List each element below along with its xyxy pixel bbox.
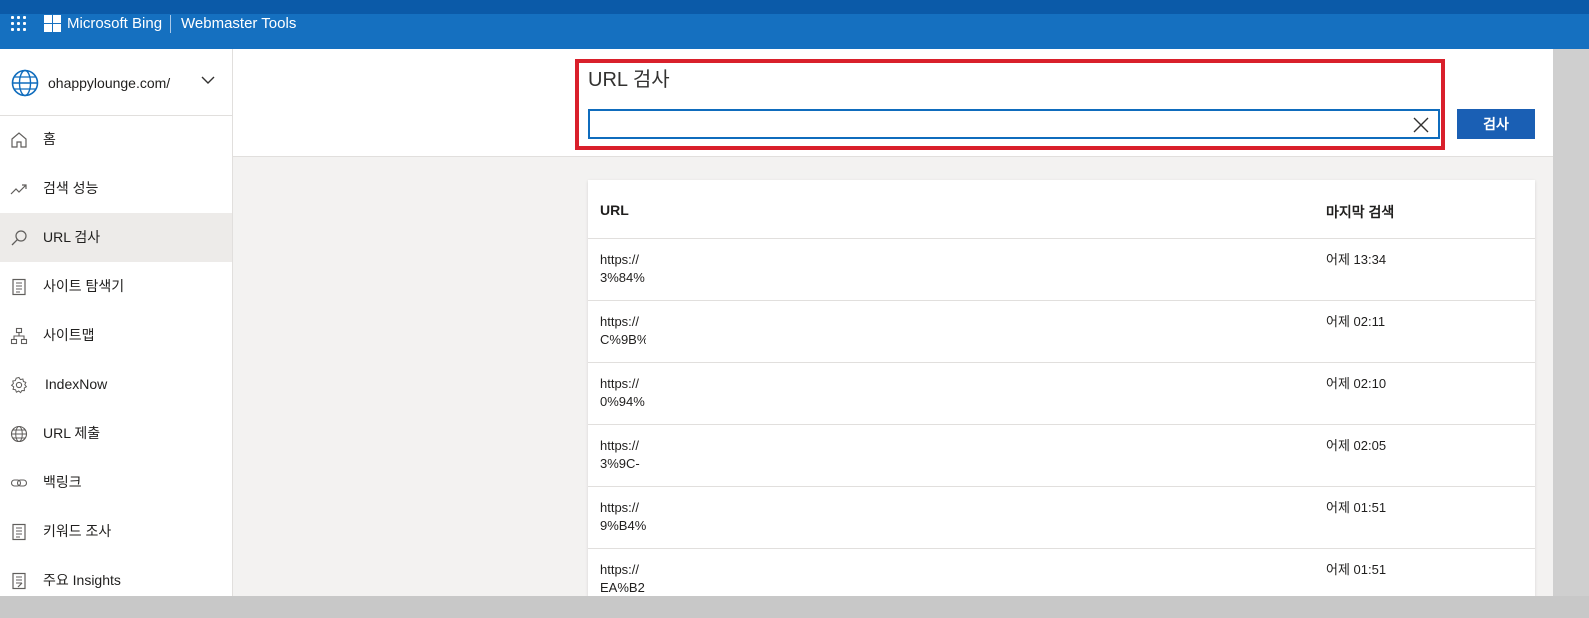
search-icon <box>11 230 27 246</box>
app-launcher-icon[interactable] <box>11 16 27 32</box>
inspection-header: URL 검사 검사 <box>233 49 1553 157</box>
sitemap-icon <box>10 327 28 345</box>
table-row[interactable]: https:// EA%B2 어제 01:51 <box>588 549 1535 596</box>
home-icon <box>11 132 27 148</box>
page-title: URL 검사 <box>588 69 670 91</box>
brand-divider <box>170 15 171 33</box>
main-content: URL 검사 검사 URL 마지막 검색 https:// 3%84% 어제 1… <box>233 49 1553 596</box>
document-icon <box>12 523 26 541</box>
close-icon[interactable] <box>1412 116 1430 134</box>
sidebar-item-label: 검색 성능 <box>43 180 99 196</box>
trending-icon <box>10 184 27 195</box>
app-frame: ohappylounge.com/ 홈 검색 성능 URL 검사 사이트 탐색기… <box>0 49 1553 596</box>
sidebar-item-label: URL 검사 <box>43 229 101 245</box>
site-name: ohappylounge.com/ <box>48 75 171 91</box>
sidebar-item-site-explorer[interactable]: 사이트 탐색기 <box>0 262 232 311</box>
top-bar: Microsoft Bing Webmaster Tools <box>0 0 1589 49</box>
time-cell: 어제 02:11 <box>1326 314 1386 329</box>
link-icon <box>10 479 28 487</box>
sidebar-item-label: 주요 Insights <box>43 572 121 588</box>
url-cell[interactable]: https:// 3%9C- <box>600 437 646 473</box>
sidebar-item-keyword-research[interactable]: 키워드 조사 <box>0 507 232 556</box>
sidebar: ohappylounge.com/ 홈 검색 성능 URL 검사 사이트 탐색기… <box>0 49 233 596</box>
gear-icon <box>10 376 28 394</box>
time-cell: 어제 01:51 <box>1326 500 1387 515</box>
sidebar-item-indexnow[interactable]: IndexNow <box>0 360 232 409</box>
window-bottom-edge <box>0 596 1589 618</box>
table-row[interactable]: https:// 0%94% 어제 02:10 <box>588 363 1535 425</box>
column-header-url[interactable]: URL <box>600 202 629 218</box>
sidebar-item-label: IndexNow <box>45 376 108 392</box>
window-edge <box>1553 49 1589 596</box>
site-picker[interactable]: ohappylounge.com/ <box>0 49 232 116</box>
url-cell[interactable]: https:// 0%94% <box>600 375 646 411</box>
sidebar-item-label: 사이트 탐색기 <box>43 278 125 294</box>
product-name[interactable]: Webmaster Tools <box>181 14 296 34</box>
column-header-last-inspected[interactable]: 마지막 검색 <box>1326 202 1394 222</box>
url-search-box[interactable] <box>588 109 1440 139</box>
url-cell[interactable]: https:// C%9B% <box>600 313 646 349</box>
document-icon <box>12 572 26 590</box>
table-row[interactable]: https:// 3%9C- 어제 02:05 <box>588 425 1535 487</box>
sidebar-item-label: URL 제출 <box>43 425 101 441</box>
url-cell[interactable]: https:// 9%B4% <box>600 499 646 535</box>
sidebar-item-label: 사이트맵 <box>43 327 95 343</box>
url-cell[interactable]: https:// EA%B2 <box>600 561 646 596</box>
sidebar-item-backlinks[interactable]: 백링크 <box>0 458 232 507</box>
sidebar-item-insights[interactable]: 주요 Insights <box>0 556 232 596</box>
url-cell[interactable]: https:// 3%84% <box>600 251 646 287</box>
globe-icon <box>10 425 28 443</box>
time-cell: 어제 13:34 <box>1326 252 1387 267</box>
time-cell: 어제 02:05 <box>1326 438 1387 453</box>
url-search-input[interactable] <box>590 111 1416 137</box>
sidebar-item-label: 홈 <box>43 131 56 147</box>
sidebar-item-label: 키워드 조사 <box>43 523 112 539</box>
sidebar-item-home[interactable]: 홈 <box>0 115 232 164</box>
sidebar-item-url-inspection[interactable]: URL 검사 <box>0 213 232 262</box>
sidebar-item-label: 백링크 <box>43 474 82 490</box>
table-row[interactable]: https:// 3%84% 어제 13:34 <box>588 239 1535 301</box>
brand-name[interactable]: Microsoft Bing <box>67 14 162 34</box>
time-cell: 어제 02:10 <box>1326 376 1387 391</box>
sidebar-item-sitemaps[interactable]: 사이트맵 <box>0 311 232 360</box>
document-icon <box>12 278 26 296</box>
time-cell: 어제 01:51 <box>1326 562 1387 577</box>
chevron-down-icon[interactable] <box>201 76 215 85</box>
inspect-button[interactable]: 검사 <box>1457 109 1535 139</box>
table-row[interactable]: https:// C%9B% 어제 02:11 <box>588 301 1535 363</box>
sidebar-item-search-performance[interactable]: 검색 성능 <box>0 164 232 213</box>
table-row[interactable]: https:// 9%B4% 어제 01:51 <box>588 487 1535 549</box>
microsoft-logo-icon <box>44 15 61 32</box>
sidebar-nav: 홈 검색 성능 URL 검사 사이트 탐색기 사이트맵 IndexNow URL… <box>0 115 232 596</box>
inspection-history-table: URL 마지막 검색 https:// 3%84% 어제 13:34 https… <box>588 180 1535 596</box>
sidebar-item-submit-urls[interactable]: URL 제출 <box>0 409 232 458</box>
globe-icon <box>11 69 39 97</box>
